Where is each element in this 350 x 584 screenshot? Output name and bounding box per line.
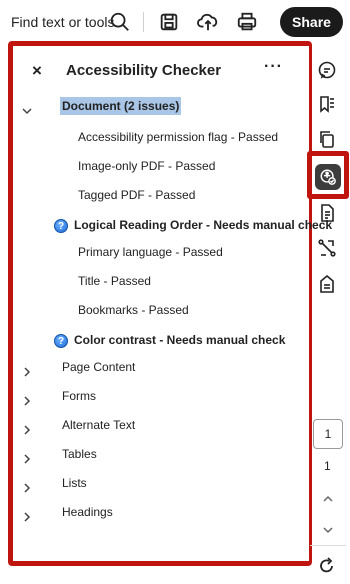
check-item[interactable]: Accessibility permission flag - Passed (78, 130, 278, 144)
check-item[interactable]: Title - Passed (78, 274, 151, 288)
upload-icon[interactable] (196, 10, 220, 34)
print-icon[interactable] (235, 10, 259, 34)
group-headings[interactable]: Headings (62, 505, 113, 519)
chevron-right-icon[interactable] (22, 480, 32, 493)
document-group-label[interactable]: Document (2 issues) (60, 97, 182, 115)
group-lists[interactable]: Lists (62, 476, 87, 490)
compare-icon[interactable] (316, 237, 338, 259)
chevron-right-icon[interactable] (22, 451, 32, 464)
chevron-right-icon[interactable] (22, 364, 32, 377)
refresh-icon[interactable] (316, 555, 338, 577)
help-icon: ? (54, 219, 68, 233)
color-contrast-label[interactable]: Color contrast - Needs manual check (74, 333, 285, 347)
group-forms[interactable]: Forms (62, 389, 96, 403)
find-text-label[interactable]: Find text or tools (11, 14, 115, 30)
help-icon: ? (54, 334, 68, 348)
group-alternate-text[interactable]: Alternate Text (62, 418, 135, 432)
page-number-input[interactable]: 1 (313, 419, 343, 449)
panel-title: Accessibility Checker (66, 62, 222, 79)
group-page-content[interactable]: Page Content (62, 360, 135, 374)
check-item[interactable]: Primary language - Passed (78, 245, 223, 259)
more-options-icon[interactable]: ··· (264, 58, 283, 76)
check-item[interactable]: Tagged PDF - Passed (78, 188, 195, 202)
reading-order-label[interactable]: Logical Reading Order - Needs manual che… (74, 218, 332, 232)
copy-icon[interactable] (316, 128, 338, 150)
save-icon[interactable] (157, 10, 181, 34)
export-icon[interactable] (316, 273, 338, 295)
accessibility-icon[interactable] (315, 164, 341, 190)
search-icon[interactable] (108, 10, 132, 34)
close-icon[interactable]: × (32, 61, 42, 81)
chevron-right-icon[interactable] (22, 422, 32, 435)
chevron-down-icon[interactable] (322, 523, 334, 535)
chevron-right-icon[interactable] (22, 509, 32, 522)
group-tables[interactable]: Tables (62, 447, 97, 461)
document-group-text: Document (2 issues) (60, 97, 182, 115)
share-button[interactable]: Share (280, 7, 343, 37)
toolbar-divider (143, 12, 144, 32)
comment-icon[interactable] (316, 59, 338, 81)
rail-divider (310, 545, 346, 546)
bookmark-icon[interactable] (316, 93, 338, 115)
check-item[interactable]: Image-only PDF - Passed (78, 159, 215, 173)
chevron-down-icon[interactable] (22, 103, 32, 115)
check-item[interactable]: Bookmarks - Passed (78, 303, 189, 317)
top-toolbar: Find text or tools Share (0, 0, 350, 44)
document-icon[interactable] (316, 202, 338, 224)
chevron-up-icon[interactable] (322, 492, 334, 504)
chevron-right-icon[interactable] (22, 393, 32, 406)
page-total: 1 (324, 459, 331, 473)
